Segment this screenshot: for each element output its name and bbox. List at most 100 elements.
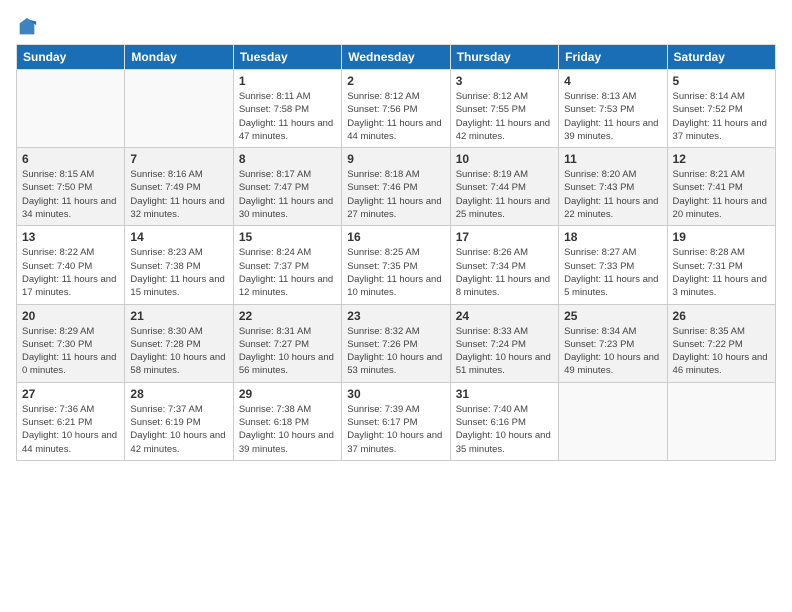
day-number: 2 xyxy=(347,74,444,88)
weekday-header-saturday: Saturday xyxy=(667,45,775,70)
day-info: Sunrise: 8:31 AM Sunset: 7:27 PM Dayligh… xyxy=(239,325,336,378)
calendar-day-cell: 13Sunrise: 8:22 AM Sunset: 7:40 PM Dayli… xyxy=(17,226,125,304)
day-info: Sunrise: 8:29 AM Sunset: 7:30 PM Dayligh… xyxy=(22,325,119,378)
calendar-week-row: 27 Sunrise: 7:36 AM Sunset: 6:21 PM Dayli… xyxy=(17,382,776,460)
day-info: Sunrise: 8:24 AM Sunset: 7:37 PM Dayligh… xyxy=(239,246,336,299)
day-number: 27 xyxy=(22,387,119,401)
weekday-header-monday: Monday xyxy=(125,45,233,70)
day-info: Sunrise: 8:18 AM Sunset: 7:46 PM Dayligh… xyxy=(347,168,444,221)
day-number: 16 xyxy=(347,230,444,244)
logo-icon xyxy=(16,16,38,38)
day-info: Sunrise: 7:39 AM Sunset: 6:17 PM Dayligh… xyxy=(347,403,444,456)
day-info: Sunrise: 8:30 AM Sunset: 7:28 PM Dayligh… xyxy=(130,325,227,378)
calendar-day-cell: 8 Sunrise: 8:17 AM Sunset: 7:47 PM Daylig… xyxy=(233,148,341,226)
calendar-day-cell: 25 Sunrise: 8:34 AM Sunset: 7:23 PM Dayli… xyxy=(559,304,667,382)
day-number: 13 xyxy=(22,230,119,244)
calendar-day-cell: 21 Sunrise: 8:30 AM Sunset: 7:28 PM Dayli… xyxy=(125,304,233,382)
calendar-day-cell: 24 Sunrise: 8:33 AM Sunset: 7:24 PM Dayli… xyxy=(450,304,558,382)
day-info: Sunrise: 8:12 AM Sunset: 7:55 PM Dayligh… xyxy=(456,90,553,143)
calendar-day-cell: 26 Sunrise: 8:35 AM Sunset: 7:22 PM Dayli… xyxy=(667,304,775,382)
day-info: Sunrise: 8:34 AM Sunset: 7:23 PM Dayligh… xyxy=(564,325,661,378)
calendar-day-cell: 9 Sunrise: 8:18 AM Sunset: 7:46 PM Daylig… xyxy=(342,148,450,226)
calendar-day-cell: 27 Sunrise: 7:36 AM Sunset: 6:21 PM Dayli… xyxy=(17,382,125,460)
day-number: 20 xyxy=(22,309,119,323)
day-number: 19 xyxy=(673,230,770,244)
calendar-day-cell: 1 Sunrise: 8:11 AM Sunset: 7:58 PM Daylig… xyxy=(233,70,341,148)
weekday-header-row: SundayMondayTuesdayWednesdayThursdayFrid… xyxy=(17,45,776,70)
day-info: Sunrise: 8:23 AM Sunset: 7:38 PM Dayligh… xyxy=(130,246,227,299)
day-number: 4 xyxy=(564,74,661,88)
calendar-day-cell: 12 Sunrise: 8:21 AM Sunset: 7:41 PM Dayli… xyxy=(667,148,775,226)
calendar-day-cell xyxy=(559,382,667,460)
weekday-header-tuesday: Tuesday xyxy=(233,45,341,70)
day-info: Sunrise: 8:13 AM Sunset: 7:53 PM Dayligh… xyxy=(564,90,661,143)
day-info: Sunrise: 8:11 AM Sunset: 7:58 PM Dayligh… xyxy=(239,90,336,143)
day-number: 14 xyxy=(130,230,227,244)
day-number: 25 xyxy=(564,309,661,323)
day-info: Sunrise: 8:28 AM Sunset: 7:31 PM Dayligh… xyxy=(673,246,770,299)
logo xyxy=(16,16,40,38)
calendar-day-cell: 17Sunrise: 8:26 AM Sunset: 7:34 PM Dayli… xyxy=(450,226,558,304)
calendar-body: 1 Sunrise: 8:11 AM Sunset: 7:58 PM Daylig… xyxy=(17,70,776,461)
day-info: Sunrise: 8:32 AM Sunset: 7:26 PM Dayligh… xyxy=(347,325,444,378)
calendar-day-cell: 16 Sunrise: 8:25 AM Sunset: 7:35 PM Dayli… xyxy=(342,226,450,304)
calendar-day-cell: 3 Sunrise: 8:12 AM Sunset: 7:55 PM Daylig… xyxy=(450,70,558,148)
calendar-day-cell: 10 Sunrise: 8:19 AM Sunset: 7:44 PM Dayli… xyxy=(450,148,558,226)
calendar-day-cell: 5Sunrise: 8:14 AM Sunset: 7:52 PM Daylig… xyxy=(667,70,775,148)
calendar-day-cell: 23 Sunrise: 8:32 AM Sunset: 7:26 PM Dayli… xyxy=(342,304,450,382)
day-number: 21 xyxy=(130,309,227,323)
calendar-day-cell: 7 Sunrise: 8:16 AM Sunset: 7:49 PM Daylig… xyxy=(125,148,233,226)
day-number: 26 xyxy=(673,309,770,323)
day-number: 24 xyxy=(456,309,553,323)
calendar-table: SundayMondayTuesdayWednesdayThursdayFrid… xyxy=(16,44,776,461)
day-number: 29 xyxy=(239,387,336,401)
day-number: 18 xyxy=(564,230,661,244)
weekday-header-wednesday: Wednesday xyxy=(342,45,450,70)
day-number: 31 xyxy=(456,387,553,401)
day-number: 17 xyxy=(456,230,553,244)
day-number: 10 xyxy=(456,152,553,166)
day-info: Sunrise: 8:16 AM Sunset: 7:49 PM Dayligh… xyxy=(130,168,227,221)
calendar-day-cell: 15Sunrise: 8:24 AM Sunset: 7:37 PM Dayli… xyxy=(233,226,341,304)
day-number: 23 xyxy=(347,309,444,323)
weekday-header-friday: Friday xyxy=(559,45,667,70)
calendar-day-cell: 14 Sunrise: 8:23 AM Sunset: 7:38 PM Dayli… xyxy=(125,226,233,304)
day-info: Sunrise: 8:17 AM Sunset: 7:47 PM Dayligh… xyxy=(239,168,336,221)
day-info: Sunrise: 7:38 AM Sunset: 6:18 PM Dayligh… xyxy=(239,403,336,456)
calendar-week-row: 6Sunrise: 8:15 AM Sunset: 7:50 PM Daylig… xyxy=(17,148,776,226)
page-header xyxy=(16,16,776,38)
weekday-header-thursday: Thursday xyxy=(450,45,558,70)
calendar-day-cell: 6Sunrise: 8:15 AM Sunset: 7:50 PM Daylig… xyxy=(17,148,125,226)
calendar-day-cell: 4 Sunrise: 8:13 AM Sunset: 7:53 PM Daylig… xyxy=(559,70,667,148)
calendar-day-cell: 19 Sunrise: 8:28 AM Sunset: 7:31 PM Dayli… xyxy=(667,226,775,304)
day-number: 12 xyxy=(673,152,770,166)
day-info: Sunrise: 8:21 AM Sunset: 7:41 PM Dayligh… xyxy=(673,168,770,221)
day-info: Sunrise: 8:14 AM Sunset: 7:52 PM Dayligh… xyxy=(673,90,770,143)
day-number: 7 xyxy=(130,152,227,166)
calendar-day-cell: 22Sunrise: 8:31 AM Sunset: 7:27 PM Dayli… xyxy=(233,304,341,382)
day-info: Sunrise: 8:25 AM Sunset: 7:35 PM Dayligh… xyxy=(347,246,444,299)
calendar-day-cell: 31 Sunrise: 7:40 AM Sunset: 6:16 PM Dayli… xyxy=(450,382,558,460)
day-info: Sunrise: 8:35 AM Sunset: 7:22 PM Dayligh… xyxy=(673,325,770,378)
calendar-week-row: 13Sunrise: 8:22 AM Sunset: 7:40 PM Dayli… xyxy=(17,226,776,304)
calendar-day-cell: 30 Sunrise: 7:39 AM Sunset: 6:17 PM Dayli… xyxy=(342,382,450,460)
day-number: 3 xyxy=(456,74,553,88)
day-info: Sunrise: 8:19 AM Sunset: 7:44 PM Dayligh… xyxy=(456,168,553,221)
day-number: 8 xyxy=(239,152,336,166)
calendar-header: SundayMondayTuesdayWednesdayThursdayFrid… xyxy=(17,45,776,70)
day-info: Sunrise: 7:40 AM Sunset: 6:16 PM Dayligh… xyxy=(456,403,553,456)
day-number: 30 xyxy=(347,387,444,401)
calendar-day-cell xyxy=(667,382,775,460)
day-info: Sunrise: 8:12 AM Sunset: 7:56 PM Dayligh… xyxy=(347,90,444,143)
calendar-week-row: 1 Sunrise: 8:11 AM Sunset: 7:58 PM Daylig… xyxy=(17,70,776,148)
day-number: 9 xyxy=(347,152,444,166)
day-number: 1 xyxy=(239,74,336,88)
day-info: Sunrise: 7:36 AM Sunset: 6:21 PM Dayligh… xyxy=(22,403,119,456)
calendar-day-cell: 11Sunrise: 8:20 AM Sunset: 7:43 PM Dayli… xyxy=(559,148,667,226)
calendar-day-cell: 20 Sunrise: 8:29 AM Sunset: 7:30 PM Dayli… xyxy=(17,304,125,382)
day-info: Sunrise: 8:15 AM Sunset: 7:50 PM Dayligh… xyxy=(22,168,119,221)
calendar-day-cell xyxy=(17,70,125,148)
day-info: Sunrise: 8:20 AM Sunset: 7:43 PM Dayligh… xyxy=(564,168,661,221)
day-info: Sunrise: 8:33 AM Sunset: 7:24 PM Dayligh… xyxy=(456,325,553,378)
day-info: Sunrise: 8:27 AM Sunset: 7:33 PM Dayligh… xyxy=(564,246,661,299)
